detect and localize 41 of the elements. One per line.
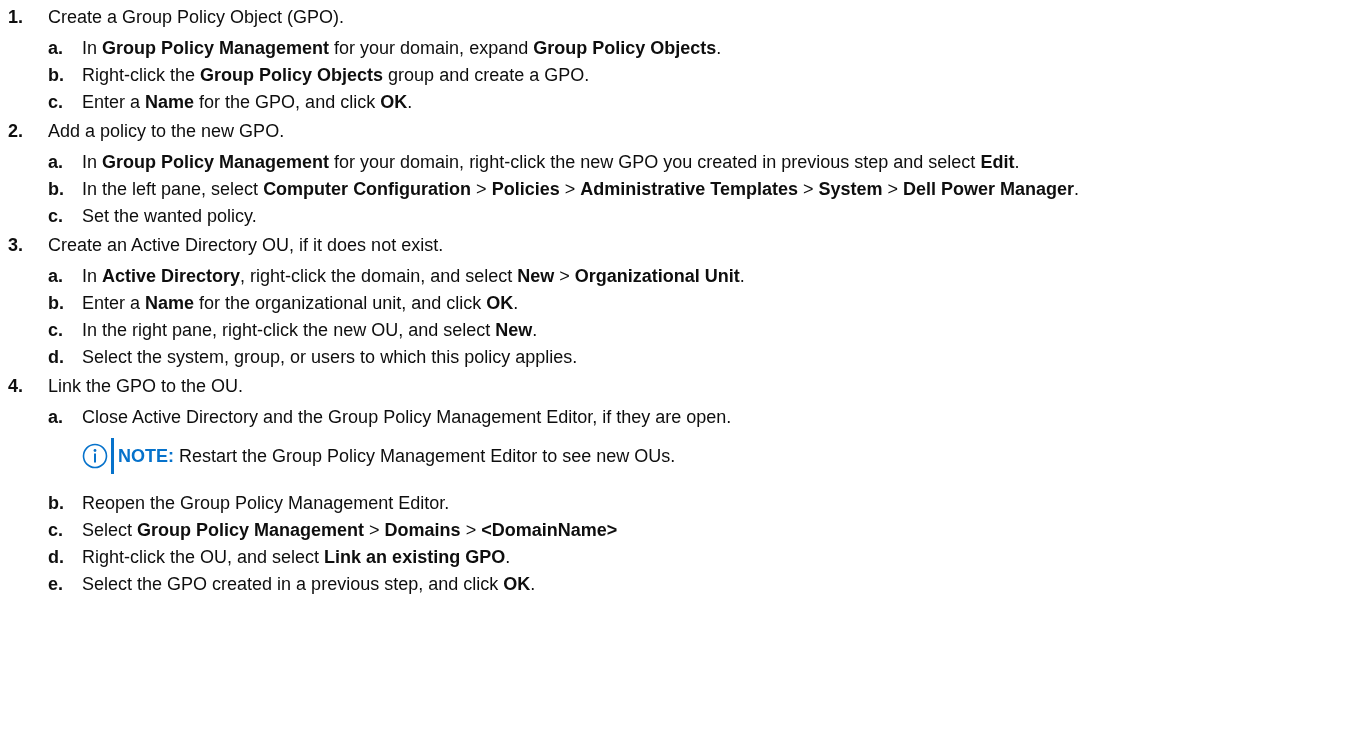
step-number: 2. — [8, 120, 24, 143]
step-text: Create an Active Directory OU, if it does not exist. — [48, 234, 444, 257]
substep-letter: c. — [48, 205, 64, 228]
substep-letter: d. — [48, 546, 65, 569]
note-text: Restart the Group Policy Management Editor to see new OUs. — [179, 444, 676, 468]
substep-text: In Active Directory, right-click the domain, and select New > Organizational Unit. — [82, 265, 745, 288]
substep-text: In Group Policy Management for your domain, right-click the new GPO you created in previous step and select Edit. — [82, 151, 1020, 174]
substep-letter: a. — [48, 37, 64, 60]
substep-text: Set the wanted policy. — [82, 205, 257, 228]
substep-text: In the right pane, right-click the new OU, and select New. — [82, 319, 538, 342]
substep-letter: c. — [48, 519, 64, 542]
substep-letter: e. — [48, 573, 64, 596]
substep-letter: a. — [48, 406, 64, 429]
step-text: Add a policy to the new GPO. — [48, 120, 285, 143]
substep-text: Select Group Policy Management > Domains > <DomainName> — [82, 519, 618, 542]
step-text: Create a Group Policy Object (GPO). — [48, 6, 345, 29]
substep-text: Reopen the Group Policy Management Editor. — [82, 492, 450, 515]
substep-letter: b. — [48, 64, 65, 87]
substep-text: Right-click the OU, and select Link an existing GPO. — [82, 546, 511, 569]
substep-text: Close Active Directory and the Group Policy Management Editor, if they are open. — [82, 406, 732, 429]
step-number: 3. — [8, 234, 24, 257]
substep-letter: d. — [48, 346, 65, 369]
substep-letter: c. — [48, 91, 64, 114]
info-icon — [82, 443, 108, 469]
note-label: NOTE: — [118, 444, 174, 468]
step-text: Link the GPO to the OU. — [48, 375, 244, 398]
step-number: 4. — [8, 375, 24, 398]
substep-text: In Group Policy Management for your domain, expand Group Policy Objects. — [82, 37, 722, 60]
substep-text: In the left pane, select Computer Configuration > Policies > Administrative Templates > System > Dell Power Manager. — [82, 178, 1080, 201]
substep-letter: a. — [48, 151, 64, 174]
substep-text: Select the GPO created in a previous step, and click OK. — [82, 573, 536, 596]
substep-text: Right-click the Group Policy Objects group and create a GPO. — [82, 64, 590, 87]
substep-letter: b. — [48, 178, 65, 201]
substep-letter: b. — [48, 492, 65, 515]
substep-letter: c. — [48, 319, 64, 342]
substep-text: Enter a Name for the GPO, and click OK. — [82, 91, 413, 114]
step-number: 1. — [8, 6, 24, 29]
substep-text: Select the system, group, or users to which this policy applies. — [82, 346, 578, 369]
substep-text: Enter a Name for the organizational unit, and click OK. — [82, 292, 519, 315]
substep-letter: b. — [48, 292, 65, 315]
substep-letter: a. — [48, 265, 64, 288]
